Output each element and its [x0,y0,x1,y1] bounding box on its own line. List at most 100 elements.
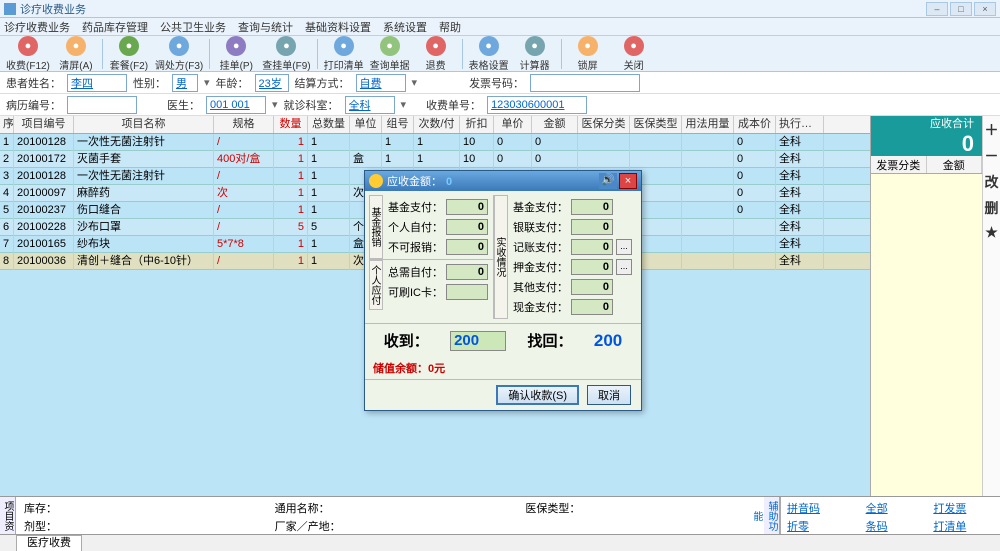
menu-item-0[interactable]: 诊疗收费业务 [4,19,70,35]
aux-link-5[interactable]: 打清单 [933,518,994,534]
col-header[interactable]: 成本价 [734,116,776,133]
aux-link-2[interactable]: 打发票 [933,500,994,516]
col-header[interactable]: 项目编号 [14,116,74,133]
cancel-payment-button[interactable]: 取消 [587,385,631,405]
menu-item-3[interactable]: 查询与统计 [238,19,293,35]
toolbar-icon: ● [119,36,139,56]
side-btn-4[interactable]: ★ [985,224,998,241]
col-header[interactable]: 折扣 [460,116,494,133]
feeno-input[interactable] [487,96,587,114]
menu-item-6[interactable]: 帮助 [439,19,461,35]
dept-label: 就诊科室： [284,97,339,113]
maximize-button[interactable]: □ [950,2,972,16]
col-header[interactable]: 序 [0,116,14,133]
toolbar-计算器[interactable]: ●计算器 [515,36,555,72]
invoice-input[interactable] [530,74,640,92]
minimize-button[interactable]: – [926,2,948,16]
side-btn-2[interactable]: 改 [985,172,999,192]
status-tab[interactable]: 医疗收费 [16,535,82,551]
side-btn-0[interactable]: ＋ [985,120,999,140]
close-button[interactable]: × [974,2,996,16]
toolbar-收费(F12)[interactable]: ●收费(F12) [6,36,50,72]
dlg-close-button[interactable]: × [619,173,637,189]
side-btn-3[interactable]: 删 [985,198,999,218]
col-header[interactable]: 用法用量 [682,116,734,133]
col-header[interactable]: 医保类型 [630,116,682,133]
toolbar-label: 套餐(F2) [110,57,148,72]
pay-field-value[interactable]: 0 [571,199,613,215]
col-header[interactable]: 组号 [382,116,414,133]
toolbar-关闭[interactable]: ●关闭 [614,36,654,72]
side-btn-1[interactable]: － [985,146,999,166]
sex-input[interactable] [172,74,198,92]
col-header[interactable]: 数量 [274,116,308,133]
toolbar-icon: ● [479,36,499,56]
pay-field-value[interactable]: 0 [571,219,613,235]
pay-field-value[interactable]: 0 [571,299,613,315]
confirm-payment-button[interactable]: 确认收款(S) [496,385,579,405]
toolbar-查挂单(F9)[interactable]: ●查挂单(F9) [262,36,310,72]
money-icon [369,174,383,188]
ellipsis-button[interactable]: ... [616,239,632,255]
dept-input[interactable] [345,96,395,114]
pay-field-value[interactable]: 0 [446,199,488,215]
pay-field-value[interactable]: 0 [571,279,613,295]
toolbar-套餐(F2)[interactable]: ●套餐(F2) [109,36,149,72]
pay-field-value[interactable]: 0 [446,219,488,235]
pay-field-value[interactable] [446,284,488,300]
cell: 20100128 [14,168,74,185]
toolbar-清屏(A)[interactable]: ●清屏(A) [56,36,96,72]
menu-item-1[interactable]: 药品库存管理 [82,19,148,35]
col-header[interactable]: 单位 [350,116,382,133]
toolbar-查询单据[interactable]: ●查询单据 [370,36,410,72]
toolbar-打印清单[interactable]: ●打印清单 [324,36,364,72]
patient-input[interactable] [67,74,127,92]
pay-field-value[interactable]: 0 [446,264,488,280]
aux-link-1[interactable]: 全部 [866,500,916,516]
cell: 5 [0,202,14,219]
col-header[interactable]: 执行科室 [776,116,824,133]
aux-link-3[interactable]: 折零 [787,518,848,534]
col-header[interactable]: 次数/付 [414,116,460,133]
cell: 1 [274,151,308,168]
col-header[interactable]: 规格 [214,116,274,133]
aux-link-4[interactable]: 条码 [866,518,916,534]
toolbar-label: 收费(F12) [6,57,50,72]
toolbar-表格设置[interactable]: ●表格设置 [469,36,509,72]
record-input[interactable] [67,96,137,114]
cell [682,134,734,151]
pay-field-value[interactable]: 0 [571,239,613,255]
settle-input[interactable] [356,74,406,92]
toolbar-调处方(F3)[interactable]: ●调处方(F3) [155,36,203,72]
col-header[interactable]: 金额 [532,116,578,133]
cell: 灭菌手套 [74,151,214,168]
doctor-input[interactable] [206,96,266,114]
toolbar-退费[interactable]: ●退费 [416,36,456,72]
menu-item-2[interactable]: 公共卫生业务 [160,19,226,35]
cell [682,236,734,253]
menu-item-5[interactable]: 系统设置 [383,19,427,35]
dlg-speaker-icon[interactable]: 🔊 [599,173,617,189]
toolbar-挂单(P)[interactable]: ●挂单(P) [216,36,256,72]
toolbar-icon: ● [169,36,189,56]
menu-item-4[interactable]: 基础资料设置 [305,19,371,35]
cell: 1 [274,236,308,253]
received-input[interactable] [450,331,506,351]
feeno-label: 收费单号： [426,97,481,113]
col-header[interactable]: 项目名称 [74,116,214,133]
pay-field-value[interactable]: 0 [446,239,488,255]
col-header[interactable]: 医保分类 [578,116,630,133]
cell: / [214,253,274,270]
aux-link-0[interactable]: 拼音码 [787,500,848,516]
ellipsis-button[interactable]: ... [616,259,632,275]
actual-section-label: 实收情况 [494,195,508,319]
col-header[interactable]: 单价 [494,116,532,133]
col-header[interactable]: 总数量 [308,116,350,133]
toolbar-锁屏[interactable]: ●锁屏 [568,36,608,72]
table-row[interactable]: 220100172灭菌手套400对/盒11盒1110000全科 [0,151,870,168]
cell: 20100165 [14,236,74,253]
pay-field-value[interactable]: 0 [571,259,613,275]
toolbar-label: 关闭 [624,57,644,72]
age-input[interactable] [255,74,289,92]
table-row[interactable]: 120100128一次性无菌注射针/111110000全科 [0,134,870,151]
